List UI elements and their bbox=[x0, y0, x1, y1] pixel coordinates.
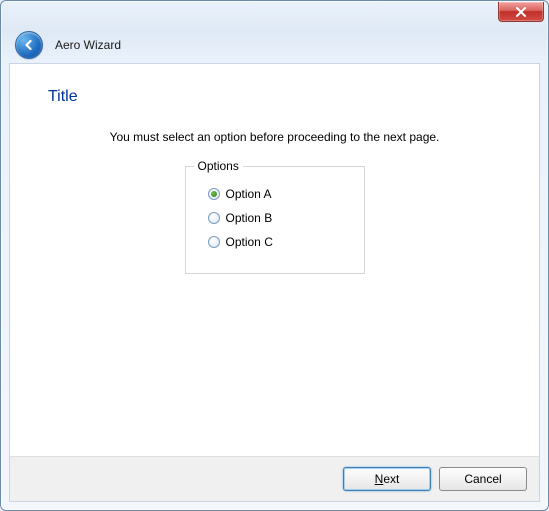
close-button[interactable] bbox=[498, 2, 544, 22]
titlebar bbox=[1, 1, 548, 29]
wizard-window: Aero Wizard Title You must select an opt… bbox=[0, 0, 549, 511]
radio-label: Option A bbox=[226, 187, 272, 201]
cancel-button-label: Cancel bbox=[464, 472, 501, 486]
option-b-radio[interactable]: Option B bbox=[208, 211, 350, 225]
next-button-accel: N bbox=[375, 472, 384, 486]
options-group: Options Option A Option B Option C bbox=[185, 166, 365, 274]
next-button-rest: ext bbox=[383, 472, 399, 486]
next-button[interactable]: Next bbox=[343, 467, 431, 491]
radio-label: Option C bbox=[226, 235, 273, 249]
cancel-button[interactable]: Cancel bbox=[439, 467, 527, 491]
back-arrow-icon bbox=[22, 38, 36, 52]
option-a-radio[interactable]: Option A bbox=[208, 187, 350, 201]
content: Title You must select an option before p… bbox=[10, 64, 539, 456]
radio-icon bbox=[208, 212, 220, 224]
wizard-name: Aero Wizard bbox=[55, 38, 121, 52]
radio-label: Option B bbox=[226, 211, 273, 225]
close-icon bbox=[515, 7, 527, 17]
header: Aero Wizard bbox=[1, 29, 548, 61]
back-button[interactable] bbox=[15, 31, 43, 59]
option-c-radio[interactable]: Option C bbox=[208, 235, 350, 249]
page-title: Title bbox=[48, 88, 505, 106]
footer: Next Cancel bbox=[10, 456, 539, 501]
content-panel: Title You must select an option before p… bbox=[9, 63, 540, 502]
options-legend: Options bbox=[194, 159, 243, 173]
radio-icon bbox=[208, 236, 220, 248]
instruction-text: You must select an option before proceed… bbox=[44, 130, 505, 144]
radio-icon bbox=[208, 188, 220, 200]
